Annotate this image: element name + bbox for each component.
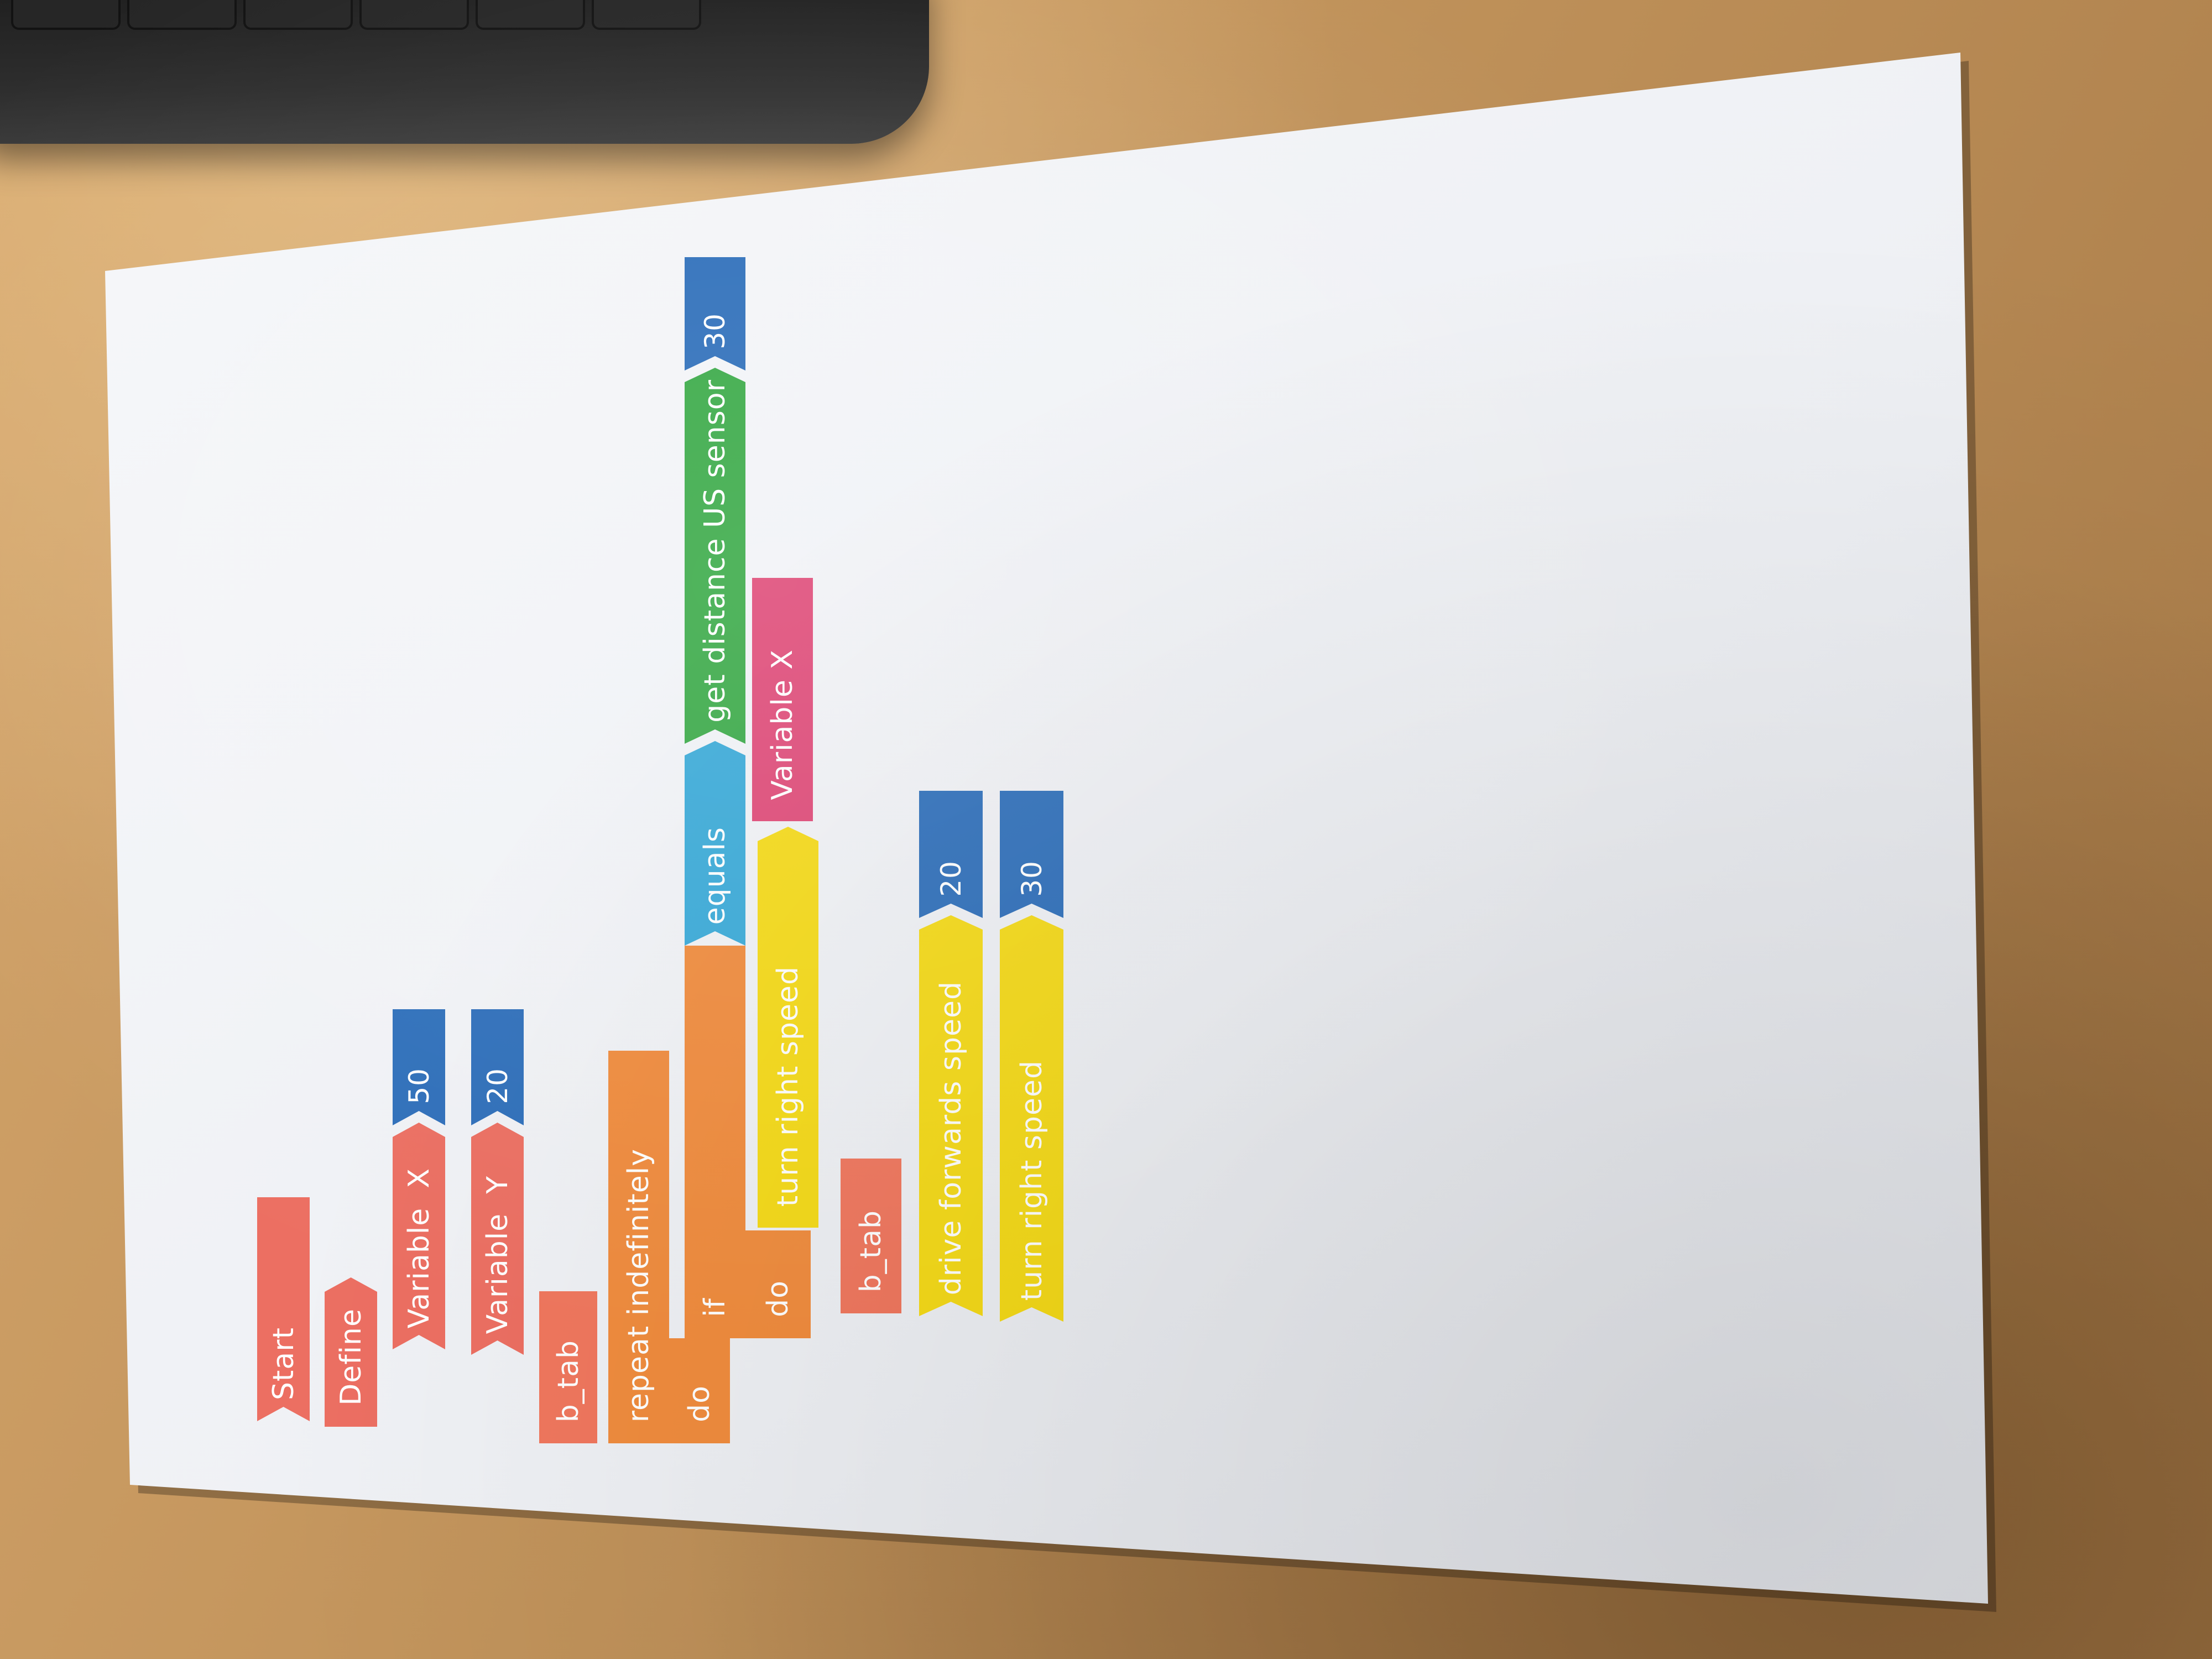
b-tab-block[interactable]: b_tab <box>539 1291 597 1443</box>
define-label: Define <box>334 1308 368 1406</box>
value-50-block[interactable]: 50 <box>393 1009 445 1125</box>
variable-x-block[interactable]: Variable X <box>393 1123 445 1349</box>
turn-right-speed-block[interactable]: turn right speed <box>758 827 818 1228</box>
drive-forwards-speed-label: drive forwards speed <box>934 980 968 1295</box>
b-tab-label-2: b_tab <box>854 1209 888 1292</box>
variable-x-label: Variable X <box>402 1167 436 1328</box>
repeat-indefinitely-block[interactable]: repeat indefinitely <box>608 1051 669 1443</box>
variable-x-getter-block[interactable]: Variable X <box>752 578 813 821</box>
repeat-do-label: do <box>683 1385 716 1422</box>
variable-y-label: Variable Y <box>481 1175 514 1334</box>
b-tab-block-2[interactable]: b_tab <box>841 1159 901 1313</box>
drive-forwards-speed-block[interactable]: drive forwards speed <box>919 915 983 1316</box>
start-block[interactable]: Start <box>257 1197 310 1421</box>
b-tab-label: b_tab <box>551 1339 585 1422</box>
value-30-block[interactable]: 30 <box>685 257 745 371</box>
repeat-do-block[interactable]: do <box>669 1338 730 1443</box>
turn-right-speed-label: turn right speed <box>771 966 805 1207</box>
repeat-indefinitely-label: repeat indefinitely <box>622 1148 655 1422</box>
value-30-label-2: 30 <box>1015 860 1048 897</box>
start-label: Start <box>267 1327 300 1400</box>
if-do-block[interactable]: do <box>745 1230 811 1338</box>
get-distance-us-sensor-label: get distance US sensor <box>698 379 732 723</box>
variable-y-block[interactable]: Variable Y <box>471 1123 524 1355</box>
variable-x-getter-label: Variable X <box>766 649 799 800</box>
value-50-label: 50 <box>403 1068 435 1104</box>
turn-right-speed-block-2[interactable]: turn right speed <box>1000 915 1063 1322</box>
value-30-label: 30 <box>699 313 731 349</box>
equals-block[interactable]: equals <box>685 741 745 946</box>
if-block[interactable]: if <box>685 946 745 1338</box>
desk-scene: Start Define Variable X 50 Variable Y 20… <box>0 0 2212 1659</box>
equals-label: equals <box>698 826 732 925</box>
get-distance-us-sensor-block[interactable]: get distance US sensor <box>685 368 745 744</box>
turn-right-speed-label-2: turn right speed <box>1015 1060 1048 1301</box>
define-block[interactable]: Define <box>325 1277 377 1427</box>
value-20-block[interactable]: 20 <box>471 1009 524 1125</box>
if-do-label: do <box>761 1280 795 1317</box>
value-20-block-2[interactable]: 20 <box>919 791 983 918</box>
value-30-block-2[interactable]: 30 <box>1000 791 1063 918</box>
if-label: if <box>698 1298 732 1317</box>
value-20-label: 20 <box>481 1068 514 1104</box>
value-20-label-2: 20 <box>935 860 967 897</box>
